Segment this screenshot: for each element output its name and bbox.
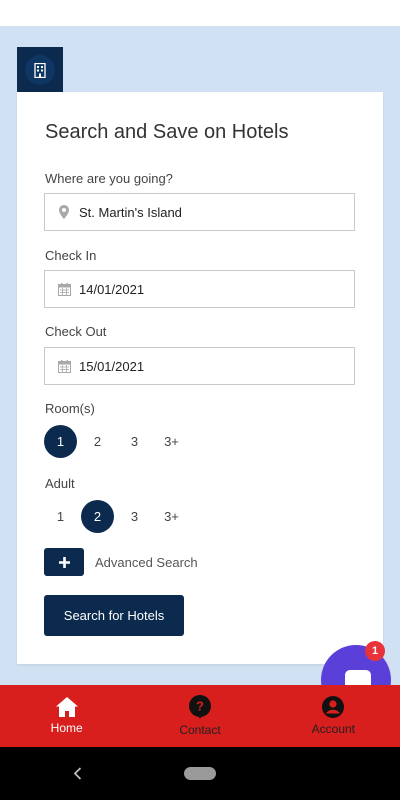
- nav-item-contact[interactable]: ? Contact: [133, 685, 266, 747]
- adult-options: 1 2 3 3+: [44, 500, 192, 533]
- search-card: Search and Save on Hotels Where are you …: [17, 92, 383, 664]
- check-in-field[interactable]: 14/01/2021: [44, 270, 355, 308]
- rooms-options: 1 2 3 3+: [44, 425, 192, 458]
- adult-label: Adult: [45, 476, 75, 491]
- search-hotels-button[interactable]: Search for Hotels: [44, 595, 184, 636]
- hotel-tab[interactable]: [17, 47, 63, 93]
- chat-badge: 1: [365, 641, 385, 661]
- advanced-search-label[interactable]: Advanced Search: [95, 555, 198, 570]
- question-circle-icon: ?: [188, 695, 211, 719]
- destination-field[interactable]: St. Martin's Island: [44, 193, 355, 231]
- plus-icon: [58, 556, 70, 568]
- rooms-label: Room(s): [45, 401, 95, 416]
- destination-value: St. Martin's Island: [79, 204, 182, 220]
- home-pill[interactable]: [184, 767, 216, 780]
- calendar-icon: [45, 359, 79, 373]
- adult-option-1[interactable]: 1: [44, 500, 77, 533]
- check-in-label: Check In: [45, 248, 97, 263]
- home-icon: [55, 697, 78, 717]
- hotel-building-icon: [34, 62, 46, 78]
- nav-label-home: Home: [50, 721, 83, 735]
- bottom-nav: Home ? Contact Account: [0, 685, 400, 747]
- svg-text:?: ?: [196, 699, 204, 714]
- check-out-field[interactable]: 15/01/2021: [44, 347, 355, 385]
- page-title: Search and Save on Hotels: [45, 121, 289, 143]
- adult-option-3plus[interactable]: 3+: [155, 500, 188, 533]
- rooms-option-1[interactable]: 1: [44, 425, 77, 458]
- check-out-label: Check Out: [45, 324, 107, 339]
- nav-item-home[interactable]: Home: [0, 685, 133, 747]
- location-pin-icon: [45, 205, 79, 219]
- status-bar-area: [0, 0, 400, 26]
- check-out-value: 15/01/2021: [79, 358, 145, 374]
- account-circle-icon: [322, 696, 345, 718]
- adult-option-3[interactable]: 3: [118, 500, 151, 533]
- hotel-tab-circle: [25, 55, 55, 85]
- nav-label-account: Account: [311, 722, 355, 736]
- destination-label: Where are you going?: [45, 171, 173, 186]
- adult-option-2[interactable]: 2: [81, 500, 114, 533]
- back-icon[interactable]: [68, 764, 86, 782]
- rooms-option-3[interactable]: 3: [118, 425, 151, 458]
- advanced-search-button[interactable]: [44, 548, 84, 576]
- rooms-option-2[interactable]: 2: [81, 425, 114, 458]
- calendar-icon: [45, 282, 79, 296]
- check-in-value: 14/01/2021: [79, 281, 145, 297]
- nav-item-account[interactable]: Account: [267, 685, 400, 747]
- rooms-option-3plus[interactable]: 3+: [155, 425, 188, 458]
- nav-label-contact: Contact: [179, 723, 221, 737]
